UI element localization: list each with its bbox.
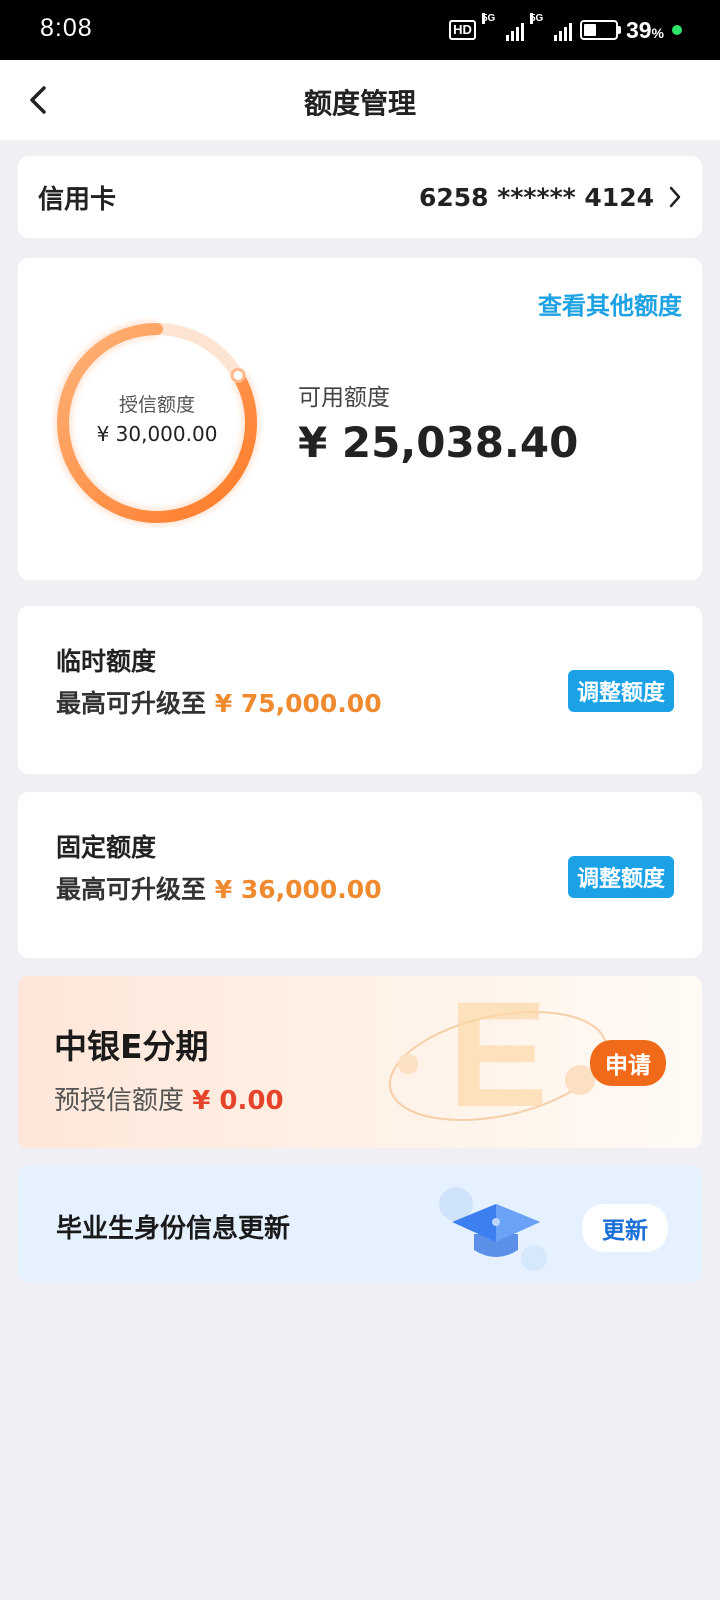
- fixed-limit-desc-text: 最高可升级至: [56, 875, 207, 904]
- available-limit-label: 可用额度: [298, 385, 390, 411]
- fixed-limit-amount: ¥ 36,000.00: [214, 875, 382, 904]
- quota-card: 查看其他额度 授信额度 ¥ 30,000.00 可用额度 ¥ 25,038.40: [18, 258, 702, 580]
- graduate-info-card[interactable]: 毕业生身份信息更新 更新: [18, 1166, 702, 1282]
- adjust-temporary-limit-button[interactable]: 调整额度: [567, 670, 674, 712]
- status-time: 8:08: [40, 14, 93, 42]
- battery-percent: 39%: [625, 16, 664, 43]
- credit-limit-label: 授信额度: [118, 394, 195, 416]
- temporary-limit-desc: 最高可升级至 ¥ 75,000.00: [56, 684, 382, 720]
- e-installment-title: 中银E分期: [54, 1027, 209, 1066]
- page-title: 额度管理: [303, 87, 416, 120]
- chevron-right-icon: [669, 186, 681, 208]
- temporary-limit-title: 临时额度: [56, 647, 157, 676]
- status-bar: 8:08 HD 5G 5G 39%: [0, 0, 720, 60]
- network-type-label: 5G: [481, 13, 496, 24]
- available-limit-value: ¥ 25,038.40: [298, 418, 579, 467]
- status-icons: HD 5G 5G 39%: [449, 13, 682, 46]
- ring-knob: [230, 367, 246, 383]
- graduation-cap-icon: [439, 1187, 547, 1271]
- temporary-limit-card: 临时额度 最高可升级至 ¥ 75,000.00 调整额度: [18, 606, 702, 774]
- deco-bubble: [521, 1245, 547, 1271]
- card-number: 6258 ****** 4124: [419, 183, 682, 212]
- fixed-limit-title: 固定额度: [56, 833, 157, 862]
- fixed-limit-desc: 最高可升级至 ¥ 36,000.00: [56, 870, 382, 906]
- battery-fill: [583, 24, 596, 36]
- temporary-limit-desc-text: 最高可升级至: [56, 689, 207, 718]
- pre-credit-label: 预授信额度: [54, 1086, 185, 1116]
- coin-icon: [398, 1054, 418, 1074]
- e-installment-decoration: E: [388, 976, 608, 1138]
- temporary-limit-amount: ¥ 75,000.00: [214, 689, 382, 718]
- apply-button[interactable]: 申请: [590, 1040, 666, 1086]
- signal-icon: 5G: [481, 13, 524, 41]
- privacy-indicator-icon: [672, 25, 682, 35]
- view-other-quota-link[interactable]: 查看其他额度: [538, 286, 682, 321]
- hd-voice-icon: HD: [449, 20, 476, 40]
- pre-credit-amount: ¥ 0.00: [192, 1086, 284, 1116]
- cap-button: [492, 1218, 500, 1226]
- card-number-text: 6258 ****** 4124: [418, 182, 654, 212]
- adjust-fixed-limit-button[interactable]: 调整额度: [567, 856, 674, 898]
- credit-ring: 授信额度 ¥ 30,000.00: [52, 318, 262, 528]
- pre-credit-desc: 预授信额度 ¥ 0.00: [54, 1080, 284, 1117]
- credit-limit-value: ¥ 30,000.00: [96, 422, 218, 446]
- signal-icon-2: 5G: [529, 13, 572, 41]
- battery-icon: [579, 20, 621, 40]
- nav-bar: 额度管理: [0, 60, 720, 140]
- card-selector[interactable]: 信用卡 6258 ****** 4124: [18, 156, 702, 238]
- e-letter-graphic: E: [448, 976, 548, 1138]
- network-type-label-2: 5G: [529, 13, 544, 24]
- fixed-limit-card: 固定额度 最高可升级至 ¥ 36,000.00 调整额度: [18, 792, 702, 958]
- update-button[interactable]: 更新: [582, 1204, 668, 1252]
- e-installment-card[interactable]: E 中银E分期 预授信额度 ¥ 0.00 申请: [18, 976, 702, 1148]
- graduate-info-title: 毕业生身份信息更新: [56, 1214, 291, 1244]
- card-type-label: 信用卡: [38, 184, 117, 215]
